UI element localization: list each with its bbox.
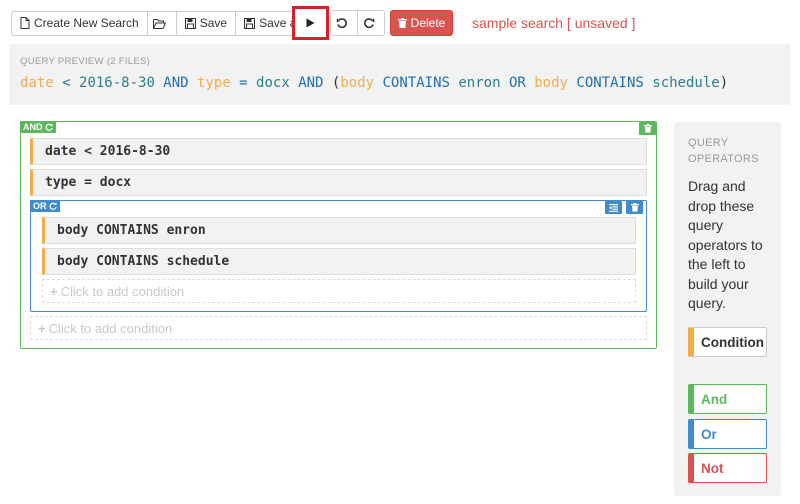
undo-icon [336, 18, 347, 29]
query-token-op: OR [500, 75, 535, 91]
and-group-tag[interactable]: AND [20, 121, 56, 133]
plus-icon: + [38, 320, 46, 336]
query-token-field: type [197, 75, 231, 91]
query-token-val: enron [458, 75, 501, 91]
query-token-field: body [534, 75, 568, 91]
plus-icon: + [50, 283, 58, 299]
condition-text: type = docx [45, 175, 132, 190]
query-token-op: AND [154, 75, 198, 91]
refresh-icon [45, 123, 53, 131]
condition-row[interactable]: type = docx [30, 169, 647, 196]
condition-row[interactable]: date < 2016-8-30 [30, 138, 647, 165]
and-group-delete-button[interactable] [639, 122, 656, 135]
history-buttons [330, 10, 385, 36]
or-group-delete-button[interactable] [626, 201, 643, 214]
or-operator-label: Or [701, 426, 717, 442]
create-new-search-button[interactable]: Create New Search [11, 10, 148, 36]
add-condition-label: Click to add condition [60, 283, 185, 299]
query-token-field: date [20, 75, 54, 91]
query-token-val: schedule [652, 75, 720, 91]
condition-row[interactable]: body CONTAINS enron [42, 217, 636, 244]
condition-operator[interactable]: Condition [688, 327, 767, 357]
query-token-op: CONTAINS [567, 75, 653, 91]
query-token-op: = [230, 75, 257, 91]
or-group-outdent-button[interactable] [605, 201, 622, 214]
save-button[interactable]: Save [175, 10, 237, 36]
create-new-search-label: Create New Search [34, 16, 139, 30]
query-preview: QUERY PREVIEW (2 FILES) date < 2016-8-30… [9, 44, 790, 105]
outdent-icon [609, 203, 618, 212]
add-condition-label: Click to add condition [48, 320, 173, 336]
query-preview-text: date < 2016-8-30 AND type = docx AND (bo… [20, 75, 728, 91]
add-condition-button[interactable]: + Click to add condition [42, 279, 636, 303]
query-token-op: < [53, 75, 80, 91]
not-operator[interactable]: Not [688, 453, 767, 483]
or-group-tag[interactable]: OR [30, 200, 60, 212]
save-icon [184, 17, 196, 29]
condition-operator-label: Condition [701, 334, 764, 350]
and-tag-label: AND [23, 122, 43, 132]
redo-button[interactable] [357, 10, 385, 36]
query-token-field: body [340, 75, 375, 91]
toolbar: Create New Search Save Save as... [11, 10, 322, 36]
query-token-op: CONTAINS [374, 75, 459, 91]
or-tag-label: OR [33, 201, 47, 211]
query-token-val: 2016-8-30 [79, 75, 155, 91]
play-icon [306, 18, 315, 28]
condition-row[interactable]: body CONTAINS schedule [42, 248, 636, 275]
trash-icon [643, 124, 652, 133]
run-search-button[interactable] [292, 6, 329, 40]
delete-button[interactable]: Delete [390, 10, 453, 36]
condition-text: body CONTAINS schedule [57, 254, 230, 269]
query-operators-title: QUERY OPERATORS [688, 137, 759, 165]
query-token-op: AND [289, 75, 332, 91]
search-title: sample search [ unsaved ] [472, 15, 636, 31]
file-icon [20, 17, 30, 29]
and-group: AND date < 2016-8-30 type = docx OR body… [20, 121, 657, 349]
and-operator[interactable]: And [688, 384, 767, 414]
trash-icon [397, 18, 407, 28]
query-operators-panel: QUERY OPERATORS Drag and drop these quer… [674, 122, 781, 496]
refresh-icon [49, 202, 57, 210]
redo-icon [364, 18, 375, 29]
trash-icon [630, 203, 639, 212]
query-operators-description: Drag and drop these query operators to t… [688, 178, 763, 311]
or-group: OR body CONTAINS enron body CONTAINS sch… [30, 200, 647, 312]
query-token-plain: ) [719, 75, 729, 91]
delete-label: Delete [410, 16, 446, 30]
or-operator[interactable]: Or [688, 419, 767, 449]
not-operator-label: Not [701, 460, 724, 476]
and-operator-label: And [701, 391, 728, 407]
query-preview-label: QUERY PREVIEW (2 FILES) [20, 56, 151, 67]
save-label: Save [199, 16, 228, 30]
condition-text: date < 2016-8-30 [45, 144, 171, 159]
query-token-val: docx [256, 75, 290, 91]
folder-open-icon [153, 18, 167, 29]
undo-button[interactable] [330, 10, 358, 36]
save-as-icon [244, 17, 256, 29]
add-condition-button[interactable]: + Click to add condition [30, 316, 647, 340]
condition-text: body CONTAINS enron [57, 223, 206, 238]
open-button[interactable] [146, 10, 177, 36]
